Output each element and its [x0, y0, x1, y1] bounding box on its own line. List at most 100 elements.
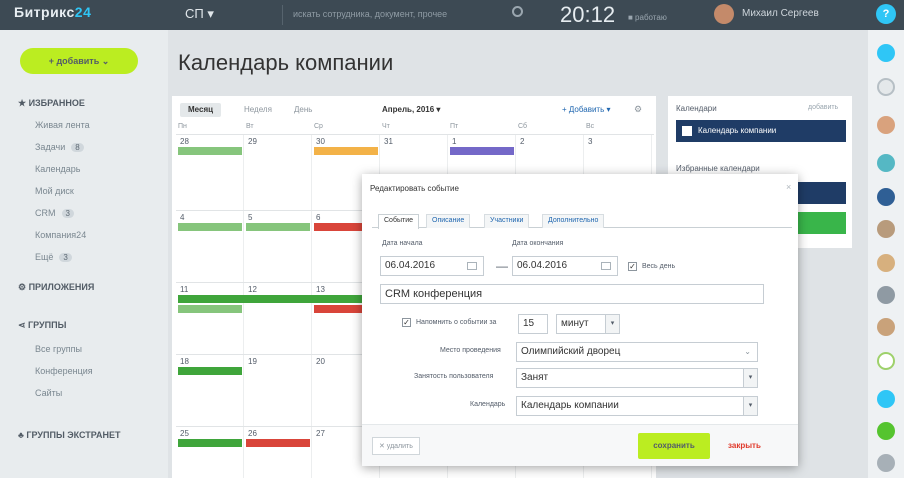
day-cell[interactable]: 29 [244, 135, 312, 210]
tab-description[interactable]: Описание [426, 214, 471, 228]
phone-icon[interactable] [877, 422, 895, 440]
day-cell[interactable]: 5 [244, 211, 312, 282]
calendar-event[interactable] [178, 223, 242, 231]
end-date-label: Дата окончания [512, 240, 564, 247]
all-day-checkbox[interactable]: ✓ [628, 262, 637, 271]
gear-icon[interactable]: ⚙ [634, 104, 642, 115]
open-lines-icon[interactable] [877, 352, 895, 370]
calendar-event[interactable] [246, 439, 310, 447]
sidebar-item-sites[interactable]: Сайты [35, 388, 62, 398]
remind-value-field[interactable]: 15 [518, 314, 548, 334]
avatar[interactable] [877, 188, 895, 206]
calendar-event[interactable] [314, 147, 378, 155]
avatar[interactable] [877, 254, 895, 272]
day-cell[interactable]: 26 [244, 427, 312, 478]
calendar-icon[interactable] [467, 262, 477, 270]
tab-event[interactable]: Событие [378, 214, 419, 229]
groups-section[interactable]: ⋖ ГРУППЫ [18, 320, 66, 331]
avatar[interactable] [877, 318, 895, 336]
day-number: 19 [248, 357, 257, 366]
sidebar-item-calendar[interactable]: Календарь [35, 164, 80, 174]
close-icon[interactable]: × [786, 182, 791, 192]
calendar-event[interactable] [450, 147, 514, 155]
checkbox-icon[interactable] [682, 126, 692, 136]
calendar-toolbar: Месяц Неделя День Апрель, 2016 ▾ + Добав… [172, 96, 656, 122]
remind-checkbox[interactable]: ✓ [402, 318, 411, 327]
calendar-event[interactable] [178, 305, 242, 313]
avatar[interactable] [877, 116, 895, 134]
delete-button[interactable]: ✕ удалить [372, 437, 420, 455]
site-switcher[interactable]: СП ▾ [185, 6, 214, 22]
sidebar-item-conference[interactable]: Конференция [35, 366, 93, 376]
day-cell[interactable]: 25 [176, 427, 244, 478]
event-name-field[interactable]: CRM конференция [380, 284, 764, 304]
brand-logo[interactable]: Битрикс24 [14, 4, 91, 20]
month-selector[interactable]: Апрель, 2016 ▾ [382, 105, 440, 114]
calendar-event[interactable] [246, 223, 310, 231]
close-button[interactable]: закрыть [728, 441, 761, 450]
sidebar-item-crm[interactable]: CRM 3 [35, 208, 74, 218]
calendar-select[interactable]: Календарь компании ▾ [516, 396, 758, 416]
settings-icon[interactable] [877, 454, 895, 472]
search-icon[interactable] [512, 6, 523, 17]
day-cell[interactable]: 12 [244, 283, 312, 354]
day-number: 20 [316, 357, 325, 366]
calendar-event[interactable] [178, 439, 242, 447]
search-input[interactable]: искать сотрудника, документ, прочее [282, 5, 532, 25]
day-cell[interactable]: 18 [176, 355, 244, 426]
calendars-add-link[interactable]: добавить [808, 104, 838, 111]
avatar[interactable] [877, 154, 895, 172]
calendar-label: Календарь [470, 401, 506, 408]
sidebar-item-tasks[interactable]: Задачи 8 [35, 142, 84, 152]
tab-additional[interactable]: Дополнительно [542, 214, 605, 228]
dialog-tabs: Событие Описание Участники Дополнительно [372, 212, 792, 229]
extranet-section[interactable]: ♣ ГРУППЫ ЭКСТРАНЕТ [18, 430, 121, 440]
apps-section[interactable]: ⚙ ПРИЛОЖЕНИЯ [18, 282, 94, 293]
sidebar-item-more[interactable]: Ещё 3 [35, 252, 72, 262]
day-cell[interactable]: 4 [176, 211, 244, 282]
day-cell[interactable]: 11 [176, 283, 244, 354]
sidebar-item-feed[interactable]: Живая лента [35, 120, 90, 130]
calendar-icon[interactable] [601, 262, 611, 270]
user-avatar[interactable] [714, 4, 734, 24]
favorites-section[interactable]: ★ ИЗБРАННОЕ [18, 98, 85, 109]
start-date-field[interactable]: 06.04.2016 [380, 256, 484, 276]
help-icon[interactable]: ? [876, 4, 896, 24]
day-cell[interactable]: 19 [244, 355, 312, 426]
chevron-down-icon: ⌄ [744, 347, 751, 356]
calendar-event[interactable] [178, 295, 378, 303]
day-number: 26 [248, 429, 257, 438]
work-status[interactable]: ■ работаю [628, 13, 667, 22]
search-icon[interactable] [877, 78, 895, 96]
end-date-field[interactable]: 06.04.2016 [512, 256, 618, 276]
sidebar-item-disk[interactable]: Мой диск [35, 186, 74, 196]
calendar-event[interactable] [178, 147, 242, 155]
avatar[interactable] [877, 286, 895, 304]
dialog-title: Редактировать событие [370, 184, 459, 193]
tab-day[interactable]: День [286, 103, 320, 117]
add-icon[interactable] [877, 390, 895, 408]
sidebar-item-company[interactable]: Компания24 [35, 230, 86, 240]
place-field[interactable]: Олимпийский дворец ⌄ [516, 342, 758, 362]
avatar[interactable] [877, 220, 895, 238]
company-calendar-item[interactable]: Календарь компании [676, 120, 846, 142]
remind-unit-select[interactable]: минут ▾ [556, 314, 620, 334]
clock[interactable]: 20:12 [560, 2, 615, 28]
user-name[interactable]: Михаил Сергеев [742, 8, 819, 19]
day-number: 25 [180, 429, 189, 438]
save-button[interactable]: сохранить [638, 433, 710, 459]
add-button[interactable]: + добавить ⌄ [20, 48, 138, 74]
sidebar-item-all-groups[interactable]: Все группы [35, 344, 82, 354]
chevron-down-icon: ▾ [743, 397, 757, 415]
calendar-event[interactable] [178, 367, 242, 375]
chat-icon[interactable] [877, 44, 895, 62]
busy-select[interactable]: Занят ▾ [516, 368, 758, 388]
tab-month[interactable]: Месяц [180, 103, 222, 117]
tab-week[interactable]: Неделя [236, 103, 280, 117]
date-separator: — [496, 259, 508, 273]
page-title: Календарь компании [178, 50, 394, 75]
add-event-button[interactable]: + Добавить ▾ [562, 105, 611, 114]
calendars-title: Календари [676, 104, 717, 113]
tab-participants[interactable]: Участники [484, 214, 530, 228]
weekday-label: Чт [382, 123, 390, 130]
